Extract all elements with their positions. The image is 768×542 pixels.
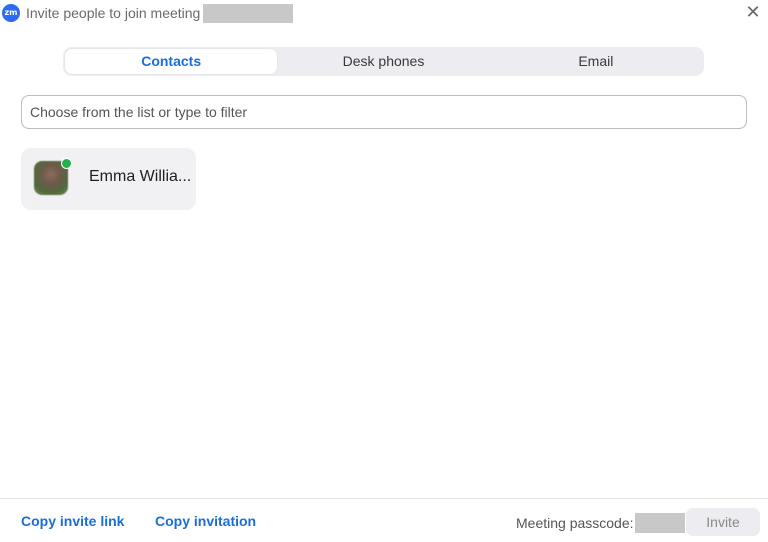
- zoom-logo-icon: zm: [2, 4, 20, 22]
- meeting-passcode-label: Meeting passcode:: [516, 515, 634, 531]
- contact-name: Emma Willia...: [89, 168, 192, 185]
- meeting-passcode-redacted: [635, 513, 685, 533]
- close-icon[interactable]: ✕: [744, 4, 762, 22]
- footer-divider: [0, 498, 768, 499]
- tab-contacts[interactable]: Contacts: [65, 49, 278, 74]
- online-status-icon: [61, 158, 72, 169]
- tab-desk-phones[interactable]: Desk phones: [277, 49, 489, 74]
- title-bar: zm Invite people to join meeting ✕: [0, 0, 768, 28]
- tab-email[interactable]: Email: [490, 49, 702, 74]
- copy-invitation-button[interactable]: Copy invitation: [155, 513, 256, 529]
- contact-filter-input[interactable]: [21, 95, 747, 129]
- copy-invite-link-button[interactable]: Copy invite link: [21, 513, 124, 529]
- window-title: Invite people to join meeting: [26, 5, 201, 21]
- contact-card[interactable]: Emma Willia...: [21, 148, 196, 210]
- invite-button[interactable]: Invite: [686, 508, 760, 536]
- meeting-id-redacted: [203, 4, 293, 23]
- invite-method-tabs: Contacts Desk phones Email: [63, 47, 704, 76]
